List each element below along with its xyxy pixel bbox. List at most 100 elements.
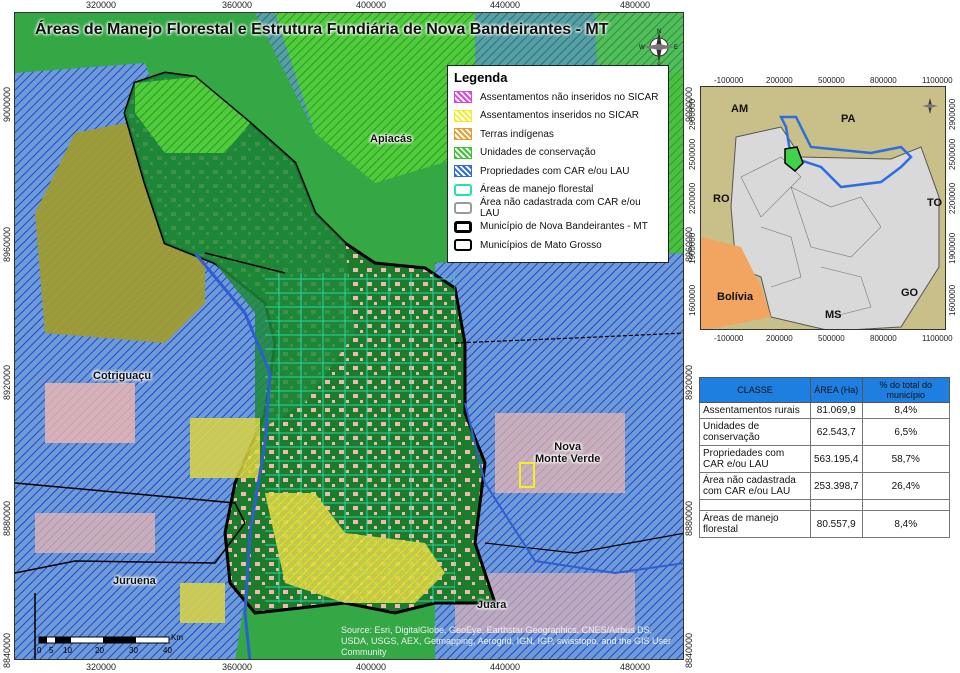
legend-label: Terras indígenas [480, 128, 554, 140]
table-cell-pct: 8,4% [861, 402, 950, 419]
coord-label: 2500000 [688, 138, 697, 170]
scale-tick-label: 0 [37, 646, 42, 655]
legend-swatch [454, 183, 472, 196]
coord-label: -100000 [714, 76, 744, 85]
inset-map[interactable]: AM PA RO TO Bolívia GO MS [700, 86, 946, 330]
legend-item: Terras indígenas [454, 125, 662, 144]
table-cell-classe: Assentamentos rurais [699, 402, 811, 419]
coord-label: 2200000 [948, 182, 957, 214]
main-map[interactable]: Áreas de Manejo Florestal e Estrutura Fu… [14, 12, 684, 660]
scale-bar: Km 0 5 10 20 30 40 [35, 633, 185, 659]
coord-label: 8840000 [684, 632, 694, 668]
legend-label: Propriedades com CAR e/ou LAU [480, 165, 630, 177]
legend-title: Legenda [454, 70, 508, 85]
table-cell-area [810, 499, 863, 511]
table-cell-classe: Área não cadastrada com CAR e/ou LAU [699, 472, 811, 500]
coord-label: 400000 [356, 662, 387, 672]
legend-swatch [454, 109, 472, 122]
legend-label: Área não cadastrada com CAR e/ou LAU [480, 197, 641, 220]
legend-item: Município de Nova Bandeirantes - MT [454, 218, 662, 237]
legend-label: Áreas de manejo florestal [480, 184, 594, 196]
inset-compass-icon [922, 98, 938, 114]
coord-label: 8960000 [2, 226, 12, 262]
table-cell-area: 81.069,9 [810, 402, 863, 419]
place-juruena: Juruena [113, 575, 156, 587]
inset-label-ro: RO [713, 193, 730, 205]
map-title: Áreas de Manejo Florestal e Estrutura Fu… [35, 21, 609, 38]
scale-tick-label: 30 [129, 646, 138, 655]
coord-label: 440000 [490, 662, 521, 672]
table-row: Assentamentos rurais 81.069,9 8,4% [699, 402, 950, 419]
coord-label: 2200000 [688, 182, 697, 214]
coord-label: 1900000 [688, 232, 697, 264]
inset-label-ms: MS [825, 309, 842, 321]
legend-swatch [454, 202, 472, 215]
coord-label: 480000 [620, 662, 651, 672]
coord-label: 1600000 [688, 284, 697, 316]
table-header-cell: % do total do município [861, 377, 950, 403]
legend-item: Área não cadastrada com CAR e/ou LAU [454, 197, 662, 220]
coord-label: 400000 [356, 0, 387, 10]
scale-tick-label: 40 [163, 646, 172, 655]
table-row: Área não cadastrada com CAR e/ou LAU 253.… [699, 472, 950, 500]
legend-item: Unidades de conservação [454, 144, 662, 163]
compass-rose-icon: N S E W [639, 29, 678, 67]
coord-label: 8920000 [684, 364, 694, 400]
scale-unit: Km [171, 633, 183, 642]
coord-label: 480000 [620, 0, 651, 10]
inset-label-go: GO [901, 287, 919, 299]
coord-label: 360000 [222, 662, 253, 672]
coord-label: 2900000 [688, 98, 697, 130]
coord-label: 800000 [870, 76, 897, 85]
inset-label-bolivia: Bolívia [717, 291, 754, 303]
place-nova-monte-verde: Nova Monte Verde [535, 441, 601, 465]
inset-label-am: AM [731, 103, 749, 115]
inset-label-to: TO [927, 197, 943, 209]
table-cell-pct: 26,4% [861, 472, 950, 500]
coord-label: 320000 [86, 662, 117, 672]
legend-item: Assentamentos inseridos no SICAR [454, 107, 662, 126]
coord-label: 200000 [766, 76, 793, 85]
coord-label: 320000 [86, 0, 117, 10]
map-credits: Source: Esri, DigitalGlobe, GeoEye, Eart… [341, 625, 671, 657]
place-cotriguacu: Cotriguaçu [93, 370, 152, 382]
coord-label: -100000 [714, 334, 744, 343]
coord-label: 2500000 [948, 138, 957, 170]
coord-label: 1900000 [948, 232, 957, 264]
coord-label: 8840000 [2, 632, 12, 668]
table-row [699, 499, 950, 511]
table-cell-area: 563.195,4 [810, 445, 863, 473]
legend-swatch [454, 146, 472, 159]
legend-label: Municípios de Mato Grosso [480, 239, 602, 251]
legend-swatch [454, 91, 472, 104]
legend-label: Unidades de conservação [480, 147, 596, 159]
coord-label: 360000 [222, 0, 253, 10]
scale-tick-label: 5 [49, 646, 54, 655]
table-row: Unidades de conservação 62.543,7 6,5% [699, 418, 950, 446]
legend: Legenda Assentamentos não inseridos no S… [447, 65, 669, 263]
coord-label: 500000 [818, 76, 845, 85]
coord-label: 500000 [818, 334, 845, 343]
coord-label: 2900000 [948, 98, 957, 130]
compass-n: N [657, 29, 661, 35]
legend-swatch [454, 165, 472, 178]
legend-label: Município de Nova Bandeirantes - MT [480, 221, 648, 233]
table-cell-pct: 58,7% [861, 445, 950, 473]
place-juara: Juara [477, 599, 507, 611]
table-cell-pct: 6,5% [861, 418, 950, 446]
class-table: CLASSE ÁREA (Ha)% do total do município A… [699, 377, 950, 538]
legend-swatch [454, 239, 472, 252]
compass-w: W [639, 45, 645, 51]
legend-item: Assentamentos não inseridos no SICAR [454, 88, 662, 107]
table-cell-pct: 8,4% [861, 510, 950, 538]
coord-label: 8880000 [684, 500, 694, 536]
scale-tick-label: 20 [95, 646, 104, 655]
table-cell-classe [699, 499, 811, 511]
compass-e: E [674, 45, 678, 51]
coord-label: 200000 [766, 334, 793, 343]
legend-label: Assentamentos inseridos no SICAR [480, 110, 639, 122]
table-header-cell: ÁREA (Ha) [810, 377, 863, 403]
coord-label: 1100000 [922, 334, 953, 343]
coord-label: 1100000 [922, 76, 953, 85]
table-cell-area: 62.543,7 [810, 418, 863, 446]
